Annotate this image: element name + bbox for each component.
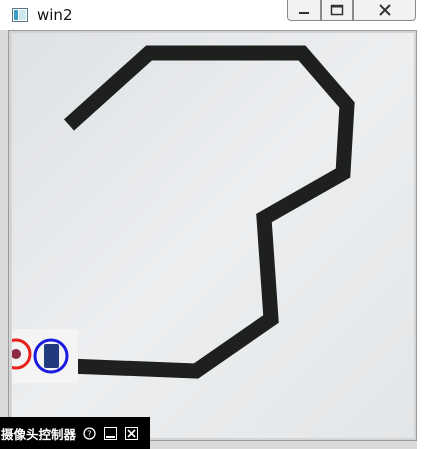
close-icon: [378, 4, 391, 16]
title-bar[interactable]: win2: [0, 0, 427, 30]
svg-text:?: ?: [87, 429, 91, 438]
toolbar-minimize-button[interactable]: [103, 426, 118, 441]
minimize-icon: [299, 12, 309, 14]
help-button[interactable]: ?: [82, 426, 97, 441]
window-title: win2: [37, 6, 73, 24]
window-app-icon: [12, 8, 28, 22]
camera-controller-toolbar[interactable]: 摄像头控制器 ?: [0, 417, 150, 449]
toolbar-close-button[interactable]: [124, 426, 139, 441]
close-icon: [125, 426, 139, 440]
maximize-icon: [330, 4, 344, 16]
minimize-button[interactable]: [287, 0, 321, 21]
maximize-button[interactable]: [321, 0, 353, 21]
window-right-edge: [417, 30, 427, 449]
camera-frame-image: [12, 33, 414, 438]
help-icon: ?: [83, 426, 96, 440]
blue-marker-block: [44, 344, 59, 368]
close-button[interactable]: [353, 0, 416, 21]
minimize-icon: [104, 426, 118, 440]
opencv-window: win2 摄像头控制器 ?: [0, 0, 427, 449]
camera-controller-label: 摄像头控制器: [1, 426, 77, 442]
